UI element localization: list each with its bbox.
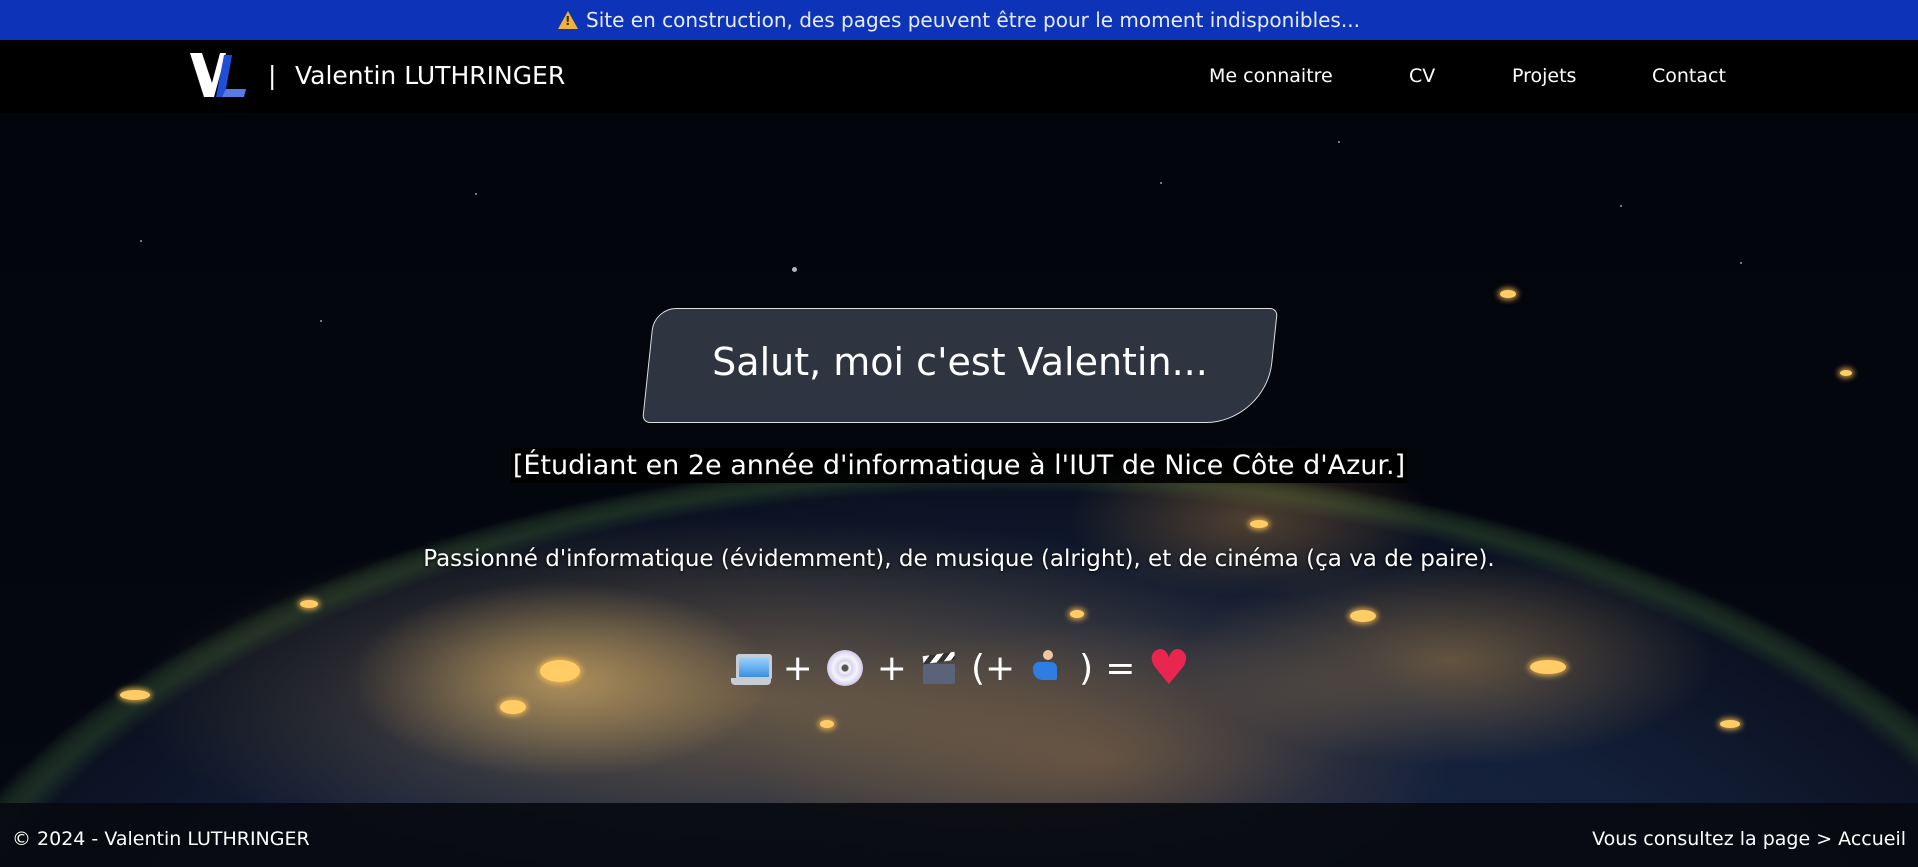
construction-banner: Site en construction, des pages peuvent … bbox=[0, 0, 1918, 40]
dvd-icon bbox=[825, 648, 865, 688]
warning-icon bbox=[558, 11, 579, 29]
nav-contact[interactable]: Contact bbox=[1652, 65, 1726, 87]
site-footer: © 2024 - Valentin LUTHRINGER Vous consul… bbox=[0, 803, 1918, 867]
clapper-board-icon bbox=[919, 648, 959, 688]
main-nav: Me connaitre CV Projets Contact bbox=[0, 65, 1918, 95]
emoji-equation: + + (+ ) = bbox=[0, 640, 1918, 696]
nav-me-connaitre[interactable]: Me connaitre bbox=[1209, 65, 1333, 87]
heart-icon bbox=[1147, 640, 1190, 696]
skier-icon bbox=[1027, 648, 1067, 688]
hero-passion-text: Passionné d'informatique (évidemment), d… bbox=[423, 546, 1495, 572]
starfield bbox=[0, 0, 1918, 867]
hero-subtitle-wrap: [Étudiant en 2e année d'informatique à l… bbox=[0, 448, 1918, 483]
equals-sign: = bbox=[1105, 647, 1136, 689]
hero-subtitle: [Étudiant en 2e année d'informatique à l… bbox=[510, 448, 1408, 483]
laptop-icon bbox=[730, 648, 772, 688]
nav-projets[interactable]: Projets bbox=[1512, 65, 1576, 87]
nav-cv[interactable]: CV bbox=[1409, 65, 1435, 87]
footer-page-location: Vous consultez la page > Accueil bbox=[1592, 828, 1906, 850]
plus-sign: + bbox=[876, 647, 907, 689]
open-paren-plus: (+ bbox=[970, 647, 1016, 689]
earth-background bbox=[0, 0, 1918, 867]
close-paren: ) bbox=[1079, 647, 1094, 689]
plus-sign: + bbox=[782, 647, 813, 689]
banner-text: Site en construction, des pages peuvent … bbox=[586, 8, 1360, 32]
footer-copyright: © 2024 - Valentin LUTHRINGER bbox=[12, 828, 310, 850]
site-header: | Valentin LUTHRINGER Me connaitre CV Pr… bbox=[0, 40, 1918, 113]
hero-title: Salut, moi c'est Valentin... bbox=[712, 340, 1208, 384]
